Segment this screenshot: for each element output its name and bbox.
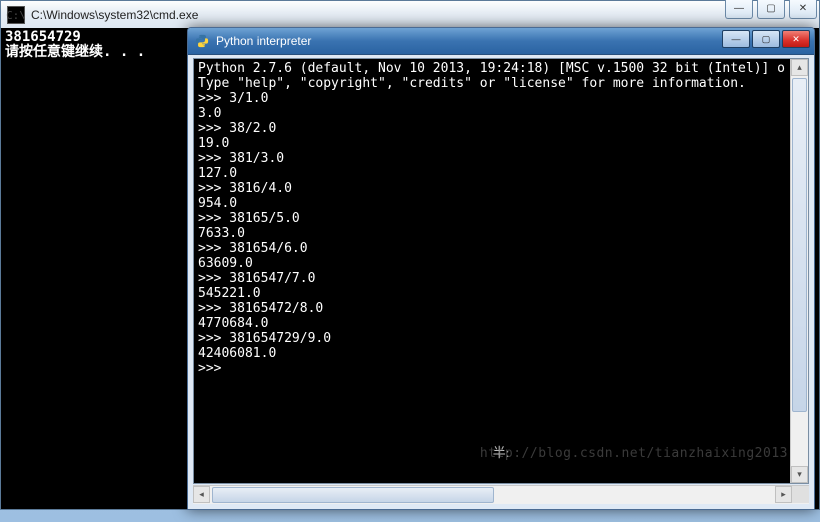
repl-input-line: >>> 38165/5.0 [198, 211, 790, 226]
python-banner-line: Type "help", "copyright", "credits" or "… [198, 76, 790, 91]
scroll-thumb-horizontal[interactable] [212, 487, 494, 503]
python-window-controls: — ▢ ✕ [722, 30, 810, 48]
repl-input-line: >>> 381654729/9.0 [198, 331, 790, 346]
repl-output-line: 42406081.0 [198, 346, 790, 361]
python-terminal-text: Python 2.7.6 (default, Nov 10 2013, 19:2… [198, 61, 790, 481]
repl-input-line: >>> 38165472/8.0 [198, 301, 790, 316]
scroll-track-vertical[interactable] [791, 76, 808, 466]
scroll-corner [792, 486, 809, 503]
python-banner-line: Python 2.7.6 (default, Nov 10 2013, 19:2… [198, 61, 790, 76]
python-client-area: Python 2.7.6 (default, Nov 10 2013, 19:2… [193, 58, 809, 504]
python-terminal-body[interactable]: Python 2.7.6 (default, Nov 10 2013, 19:2… [193, 58, 809, 484]
python-title: Python interpreter [216, 34, 311, 48]
scroll-right-icon[interactable]: ▸ [775, 486, 792, 503]
scroll-track-horizontal[interactable] [210, 486, 775, 504]
repl-output-line: 4770684.0 [198, 316, 790, 331]
maximize-button[interactable]: ▢ [757, 0, 785, 19]
scroll-left-icon[interactable]: ◂ [193, 486, 210, 503]
scroll-thumb-vertical[interactable] [792, 78, 807, 412]
scroll-up-icon[interactable]: ▴ [791, 59, 808, 76]
minimize-button[interactable]: — [725, 0, 753, 19]
minimize-button[interactable]: — [722, 30, 750, 48]
repl-output-line: 127.0 [198, 166, 790, 181]
repl-input-line: >>> 38/2.0 [198, 121, 790, 136]
python-titlebar[interactable]: Python interpreter — ▢ ✕ [188, 28, 814, 55]
close-button[interactable]: ✕ [782, 30, 810, 48]
terminal-icon: C:\ [7, 6, 25, 24]
repl-output-line: 19.0 [198, 136, 790, 151]
repl-output-line: 3.0 [198, 106, 790, 121]
cmd-titlebar[interactable]: C:\ C:\Windows\system32\cmd.exe — ▢ ✕ [0, 0, 820, 29]
python-prompt[interactable]: >>> [198, 361, 790, 376]
repl-output-line: 7633.0 [198, 226, 790, 241]
horizontal-scrollbar[interactable]: ◂ ▸ [193, 485, 809, 504]
repl-input-line: >>> 381/3.0 [198, 151, 790, 166]
vertical-scrollbar[interactable]: ▴ ▾ [790, 59, 808, 483]
python-window: Python interpreter — ▢ ✕ Python 2.7.6 (d… [187, 27, 815, 510]
repl-output-line: 545221.0 [198, 286, 790, 301]
repl-output-line: 63609.0 [198, 256, 790, 271]
repl-input-line: >>> 381654/6.0 [198, 241, 790, 256]
cmd-window-controls: — ▢ ✕ [725, 0, 817, 19]
repl-input-line: >>> 3816547/7.0 [198, 271, 790, 286]
repl-input-line: >>> 3/1.0 [198, 91, 790, 106]
maximize-button[interactable]: ▢ [752, 30, 780, 48]
repl-input-line: >>> 3816/4.0 [198, 181, 790, 196]
python-icon [194, 33, 210, 49]
cmd-title: C:\Windows\system32\cmd.exe [31, 8, 198, 22]
repl-output-line: 954.0 [198, 196, 790, 211]
scroll-down-icon[interactable]: ▾ [791, 466, 808, 483]
close-button[interactable]: ✕ [789, 0, 817, 19]
